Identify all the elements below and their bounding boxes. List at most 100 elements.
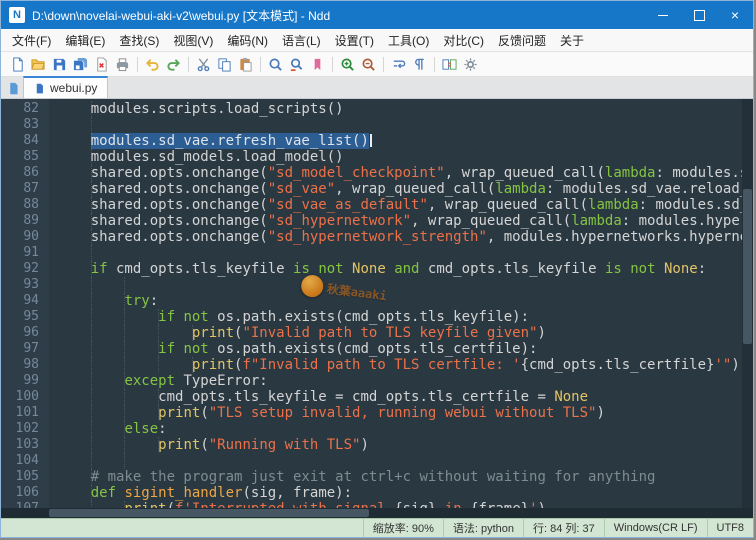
menu-item-6[interactable]: 设置(T) <box>328 30 381 51</box>
code-line-92[interactable]: if cmd_opts.tls_keyfile is not None and … <box>57 261 753 277</box>
menu-item-5[interactable]: 语言(L) <box>275 30 328 51</box>
toolbar-separator <box>260 57 261 72</box>
code-line-96[interactable]: print("Invalid path to TLS keyfile given… <box>57 325 753 341</box>
code-line-90[interactable]: shared.opts.onchange("sd_hypernetwork_st… <box>57 229 753 245</box>
code-line-91[interactable] <box>57 245 753 261</box>
undo-icon[interactable] <box>142 54 163 75</box>
file-icon <box>34 83 45 94</box>
tab-label: webui.py <box>50 81 97 95</box>
line-number-103: 103 <box>1 437 39 453</box>
code-line-93[interactable] <box>57 277 753 293</box>
gutter: 8283848586878889909192939495969798991001… <box>1 99 49 508</box>
close-file-icon[interactable] <box>91 54 112 75</box>
replace-icon[interactable] <box>286 54 307 75</box>
code-line-82[interactable]: modules.scripts.load_scripts() <box>57 101 753 117</box>
file-compare-icon[interactable] <box>439 54 460 75</box>
save-all-icon[interactable] <box>70 54 91 75</box>
code-line-106[interactable]: def sigint_handler(sig, frame): <box>57 485 753 501</box>
code-line-102[interactable]: else: <box>57 421 753 437</box>
line-number-101: 101 <box>1 405 39 421</box>
status-segment-1: 语法: python <box>443 519 523 537</box>
vertical-scrollbar-thumb[interactable] <box>743 189 752 344</box>
code-line-87[interactable]: shared.opts.onchange("sd_vae", wrap_queu… <box>57 181 753 197</box>
code-line-99[interactable]: except TypeError: <box>57 373 753 389</box>
menu-item-7[interactable]: 工具(O) <box>381 30 436 51</box>
print-icon[interactable] <box>112 54 133 75</box>
line-number-96: 96 <box>1 325 39 341</box>
menu-item-0[interactable]: 文件(F) <box>5 30 58 51</box>
bookmark-icon[interactable] <box>307 54 328 75</box>
code-line-83[interactable] <box>57 117 753 133</box>
horizontal-scrollbar[interactable] <box>1 508 753 518</box>
editor[interactable]: 8283848586878889909192939495969798991001… <box>1 99 753 508</box>
copy-icon[interactable] <box>214 54 235 75</box>
toolbar-separator <box>332 57 333 72</box>
code-line-84[interactable]: modules.sd_vae.refresh_vae_list() <box>57 133 753 149</box>
menu-item-8[interactable]: 对比(C) <box>436 30 491 51</box>
toolbar-separator <box>188 57 189 72</box>
code-area[interactable]: 秋葉aaaki modules.scripts.load_scripts() m… <box>49 99 753 508</box>
line-number-89: 89 <box>1 213 39 229</box>
minimize-button[interactable] <box>645 1 681 29</box>
document-icon <box>7 82 20 95</box>
title-bar: N D:\down\novelai-webui-aki-v2\webui.py … <box>1 1 753 29</box>
toolbar-separator <box>434 57 435 72</box>
line-number-95: 95 <box>1 309 39 325</box>
menu-item-4[interactable]: 编码(N) <box>220 30 275 51</box>
settings-icon[interactable] <box>460 54 481 75</box>
line-number-93: 93 <box>1 277 39 293</box>
code-line-104[interactable] <box>57 453 753 469</box>
code-line-85[interactable]: modules.sd_models.load_model() <box>57 149 753 165</box>
code-line-101[interactable]: print("TLS setup invalid, running webui … <box>57 405 753 421</box>
file-list-button[interactable] <box>3 79 23 98</box>
menu-item-10[interactable]: 关于 <box>553 30 591 51</box>
tab-webui.py[interactable]: webui.py <box>23 76 108 98</box>
code-line-103[interactable]: print("Running with TLS") <box>57 437 753 453</box>
code-line-95[interactable]: if not os.path.exists(cmd_opts.tls_keyfi… <box>57 309 753 325</box>
horizontal-scrollbar-thumb[interactable] <box>49 509 369 517</box>
cut-icon[interactable] <box>193 54 214 75</box>
code-line-107[interactable]: print(f'Interrupted with signal {sig} in… <box>57 501 753 508</box>
paste-icon[interactable] <box>235 54 256 75</box>
find-icon[interactable] <box>265 54 286 75</box>
menu-item-1[interactable]: 编辑(E) <box>58 30 112 51</box>
zoom-out-icon[interactable] <box>358 54 379 75</box>
line-number-87: 87 <box>1 181 39 197</box>
code-line-89[interactable]: shared.opts.onchange("sd_hypernetwork", … <box>57 213 753 229</box>
status-right-group: 缩放率: 90%语法: python行: 84 列: 37Windows(CR … <box>363 519 753 537</box>
code-line-100[interactable]: cmd_opts.tls_keyfile = cmd_opts.tls_cert… <box>57 389 753 405</box>
word-wrap-icon[interactable] <box>388 54 409 75</box>
line-number-106: 106 <box>1 485 39 501</box>
code-line-105[interactable]: # make the program just exit at ctrl+c w… <box>57 469 753 485</box>
toolbar <box>1 52 753 77</box>
status-segment-4: UTF8 <box>707 519 754 537</box>
code-line-98[interactable]: print(f"Invalid path to TLS certfile: '{… <box>57 357 753 373</box>
line-number-105: 105 <box>1 469 39 485</box>
line-number-97: 97 <box>1 341 39 357</box>
line-number-104: 104 <box>1 453 39 469</box>
line-number-107: 107 <box>1 501 39 508</box>
save-file-icon[interactable] <box>49 54 70 75</box>
line-number-83: 83 <box>1 117 39 133</box>
menu-item-2[interactable]: 查找(S) <box>112 30 166 51</box>
redo-icon[interactable] <box>163 54 184 75</box>
vertical-scrollbar[interactable] <box>742 99 753 508</box>
line-number-82: 82 <box>1 101 39 117</box>
code-line-88[interactable]: shared.opts.onchange("sd_vae_as_default"… <box>57 197 753 213</box>
new-file-icon[interactable] <box>7 54 28 75</box>
code-line-97[interactable]: if not os.path.exists(cmd_opts.tls_certf… <box>57 341 753 357</box>
line-number-85: 85 <box>1 149 39 165</box>
status-segment-3: Windows(CR LF) <box>604 519 707 537</box>
code-line-94[interactable]: try: <box>57 293 753 309</box>
line-number-86: 86 <box>1 165 39 181</box>
line-number-100: 100 <box>1 389 39 405</box>
menu-item-3[interactable]: 视图(V) <box>166 30 220 51</box>
show-whitespace-icon[interactable] <box>409 54 430 75</box>
close-button[interactable]: × <box>717 1 753 29</box>
line-number-91: 91 <box>1 245 39 261</box>
open-file-icon[interactable] <box>28 54 49 75</box>
maximize-button[interactable] <box>681 1 717 29</box>
menu-item-9[interactable]: 反馈问题 <box>491 30 553 51</box>
code-line-86[interactable]: shared.opts.onchange("sd_model_checkpoin… <box>57 165 753 181</box>
zoom-in-icon[interactable] <box>337 54 358 75</box>
